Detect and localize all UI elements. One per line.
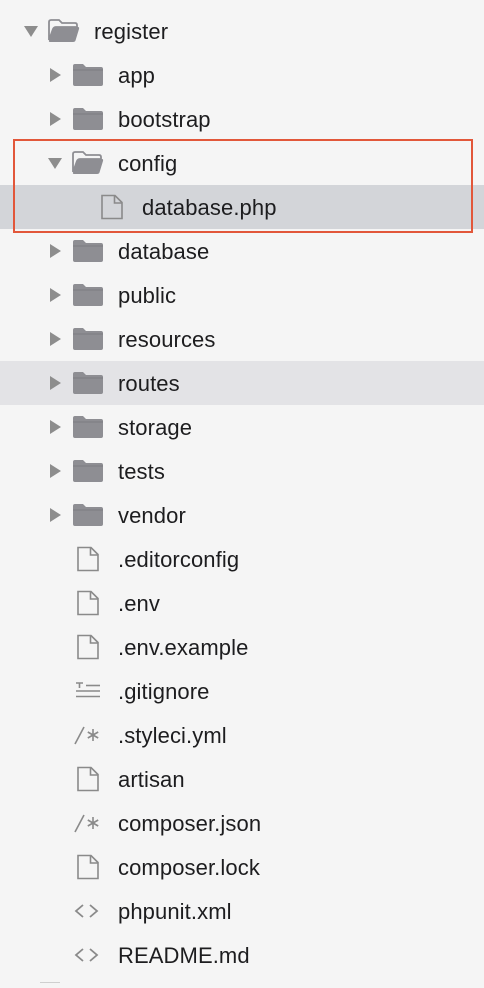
folder-icon (72, 62, 104, 88)
folder-icon (72, 370, 104, 396)
folder-icon (72, 282, 104, 308)
disclosure-collapsed-icon[interactable] (50, 244, 61, 258)
tree-item-label: routes (118, 371, 180, 396)
tree-item-label: composer.lock (118, 855, 260, 880)
tree-item-label: database.php (142, 195, 277, 220)
tree-file-row[interactable]: .styleci.yml (0, 713, 484, 757)
tree-item-label: tests (118, 459, 165, 484)
folder-icon (72, 106, 104, 132)
tree-item-label: .styleci.yml (118, 723, 227, 748)
disclosure-collapsed-icon[interactable] (50, 508, 61, 522)
tree-item-label: config (118, 151, 178, 176)
tree-file-row[interactable]: .env (0, 581, 484, 625)
folder-open-icon (72, 150, 104, 176)
folder-icon (72, 502, 104, 528)
disclosure-collapsed-icon[interactable] (50, 68, 61, 82)
tree-file-row[interactable]: composer.json (0, 801, 484, 845)
folder-icon (72, 414, 104, 440)
disclosure-collapsed-icon[interactable] (50, 420, 61, 434)
tree-file-row[interactable]: .editorconfig (0, 537, 484, 581)
tree-folder-row[interactable]: config (0, 141, 484, 185)
file-icon (72, 590, 104, 616)
file-tree: register app bootstrap config database.php da… (0, 0, 484, 988)
disclosure-collapsed-icon[interactable] (50, 332, 61, 346)
tree-file-row[interactable]: composer.lock (0, 845, 484, 889)
folder-icon (72, 458, 104, 484)
tree-item-label: composer.json (118, 811, 262, 836)
tree-file-row[interactable]: artisan (0, 757, 484, 801)
tree-folder-row[interactable]: vendor (0, 493, 484, 537)
tree-file-row[interactable]: .env.example (0, 625, 484, 669)
tree-item-label: phpunit.xml (118, 899, 232, 924)
tree-item-label: app (118, 63, 156, 88)
code-icon (72, 898, 104, 924)
tree-folder-row[interactable]: routes (0, 361, 484, 405)
tree-folder-row[interactable]: database (0, 229, 484, 273)
tree-item-label: bootstrap (118, 107, 211, 132)
comment-icon (72, 722, 104, 748)
disclosure-collapsed-icon[interactable] (50, 464, 61, 478)
code-icon (72, 942, 104, 968)
file-icon (96, 194, 128, 220)
tree-folder-row[interactable]: public (0, 273, 484, 317)
tree-folder-row[interactable]: app (0, 53, 484, 97)
tree-item-label: register (94, 19, 169, 44)
tree-folder-row[interactable]: bootstrap (0, 97, 484, 141)
tree-file-row[interactable]: database.php (0, 185, 484, 229)
disclosure-collapsed-icon[interactable] (50, 112, 61, 126)
tree-item-label: .env.example (118, 635, 249, 660)
disclosure-collapsed-icon[interactable] (50, 288, 61, 302)
file-icon (72, 546, 104, 572)
tree-folder-row[interactable]: storage (0, 405, 484, 449)
tree-folder-row[interactable]: resources (0, 317, 484, 361)
folder-icon (72, 326, 104, 352)
disclosure-expanded-icon[interactable] (48, 158, 62, 169)
tree-item-label: vendor (118, 503, 186, 528)
tree-item-label: .gitignore (118, 679, 210, 704)
disclosure-collapsed-icon[interactable] (50, 376, 61, 390)
tree-item-label: .editorconfig (118, 547, 240, 572)
folder-icon (72, 238, 104, 264)
file-icon (72, 854, 104, 880)
tree-file-row[interactable]: README.md (0, 933, 484, 977)
tree-item-label: storage (118, 415, 193, 440)
scroll-edge-divider (40, 982, 60, 988)
tree-item-label: resources (118, 327, 216, 352)
tree-item-label: artisan (118, 767, 185, 792)
comment-icon (72, 810, 104, 836)
tree-file-row[interactable]: .gitignore (0, 669, 484, 713)
file-icon (72, 766, 104, 792)
tree-item-label: database (118, 239, 210, 264)
tree-file-row[interactable]: phpunit.xml (0, 889, 484, 933)
tree-item-label: public (118, 283, 177, 308)
tree-folder-row[interactable]: register (0, 9, 484, 53)
folder-open-icon (48, 18, 80, 44)
disclosure-expanded-icon[interactable] (24, 26, 38, 37)
file-icon (72, 634, 104, 660)
tree-item-label: .env (118, 591, 160, 616)
text-lines-icon (72, 678, 104, 704)
tree-folder-row[interactable]: tests (0, 449, 484, 493)
tree-item-label: README.md (118, 943, 250, 968)
